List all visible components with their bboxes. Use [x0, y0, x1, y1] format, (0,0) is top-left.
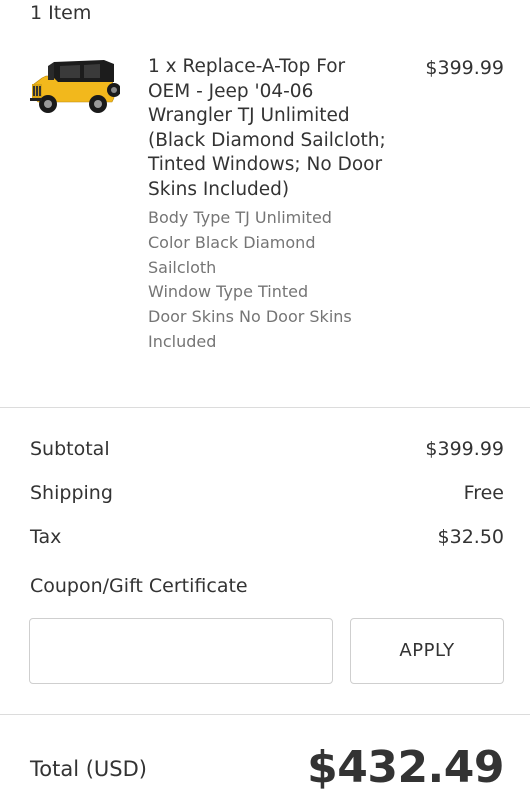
coupon-label: Coupon/Gift Certificate	[30, 575, 248, 597]
divider	[0, 407, 530, 408]
jeep-image	[30, 60, 121, 113]
product-option: Window Type Tinted	[148, 282, 309, 302]
total-value: $432.49	[307, 742, 504, 793]
product-option: Color Black Diamond Sailcloth	[148, 232, 316, 277]
product-price: $399.99	[425, 57, 504, 79]
product-image[interactable]	[28, 54, 121, 120]
product-title[interactable]: 1 x Replace-A-Top For OEM - Jeep '04-06 …	[148, 55, 388, 202]
total-label: Total (USD)	[30, 757, 147, 781]
divider	[0, 714, 530, 715]
tax-label: Tax	[30, 526, 62, 548]
product-option: Door Skins No Door Skins Included	[148, 307, 352, 351]
subtotal-value: $399.99	[425, 438, 504, 460]
apply-coupon-button[interactable]: APPLY	[350, 618, 504, 684]
product-options: Body Type TJ Unlimited Color Black Diamo…	[148, 206, 388, 355]
subtotal-label: Subtotal	[30, 438, 110, 460]
shipping-label: Shipping	[30, 482, 113, 504]
product-option: Body Type TJ Unlimited	[148, 208, 332, 227]
cart-items-count: 1 Item	[30, 2, 92, 24]
shipping-value: Free	[463, 482, 504, 504]
product-info: 1 x Replace-A-Top For OEM - Jeep '04-06 …	[148, 55, 388, 355]
coupon-input[interactable]	[29, 618, 333, 684]
tax-value: $32.50	[437, 526, 504, 548]
